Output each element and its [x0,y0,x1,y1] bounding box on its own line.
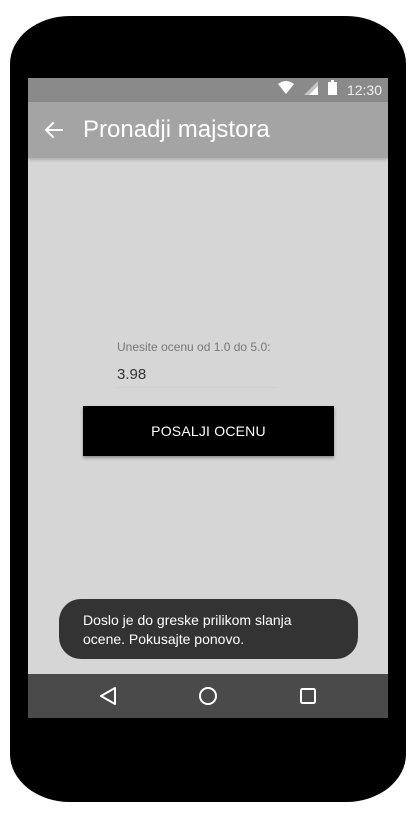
screen: 12:30 Pronadji majstora Unesite ocenu od… [28,78,388,718]
nav-back-button[interactable] [96,684,120,708]
recents-square-icon [300,688,316,704]
wifi-icon [277,80,294,100]
toast-message: Doslo je do greske prilikom slanja ocene… [83,612,292,647]
error-toast: Doslo je do greske prilikom slanja ocene… [59,599,358,659]
submit-rating-button[interactable]: POSALJI OCENU [83,406,334,456]
signal-icon [303,80,318,100]
status-icons: 12:30 [277,78,382,102]
status-bar: 12:30 [28,78,388,102]
home-circle-icon [199,687,217,705]
rating-field-label: Unesite ocenu od 1.0 do 5.0: [117,340,271,354]
rating-input[interactable] [117,362,277,388]
back-triangle-icon [100,687,116,705]
system-nav-bar [28,674,388,718]
nav-recents-button[interactable] [296,684,320,708]
battery-icon [327,80,337,100]
page-title: Pronadji majstora [83,116,270,143]
app-bar: Pronadji majstora [28,102,388,158]
nav-home-button[interactable] [196,684,220,708]
status-time: 12:30 [346,82,382,98]
back-button[interactable] [42,118,66,142]
arrow-left-icon [44,121,63,139]
